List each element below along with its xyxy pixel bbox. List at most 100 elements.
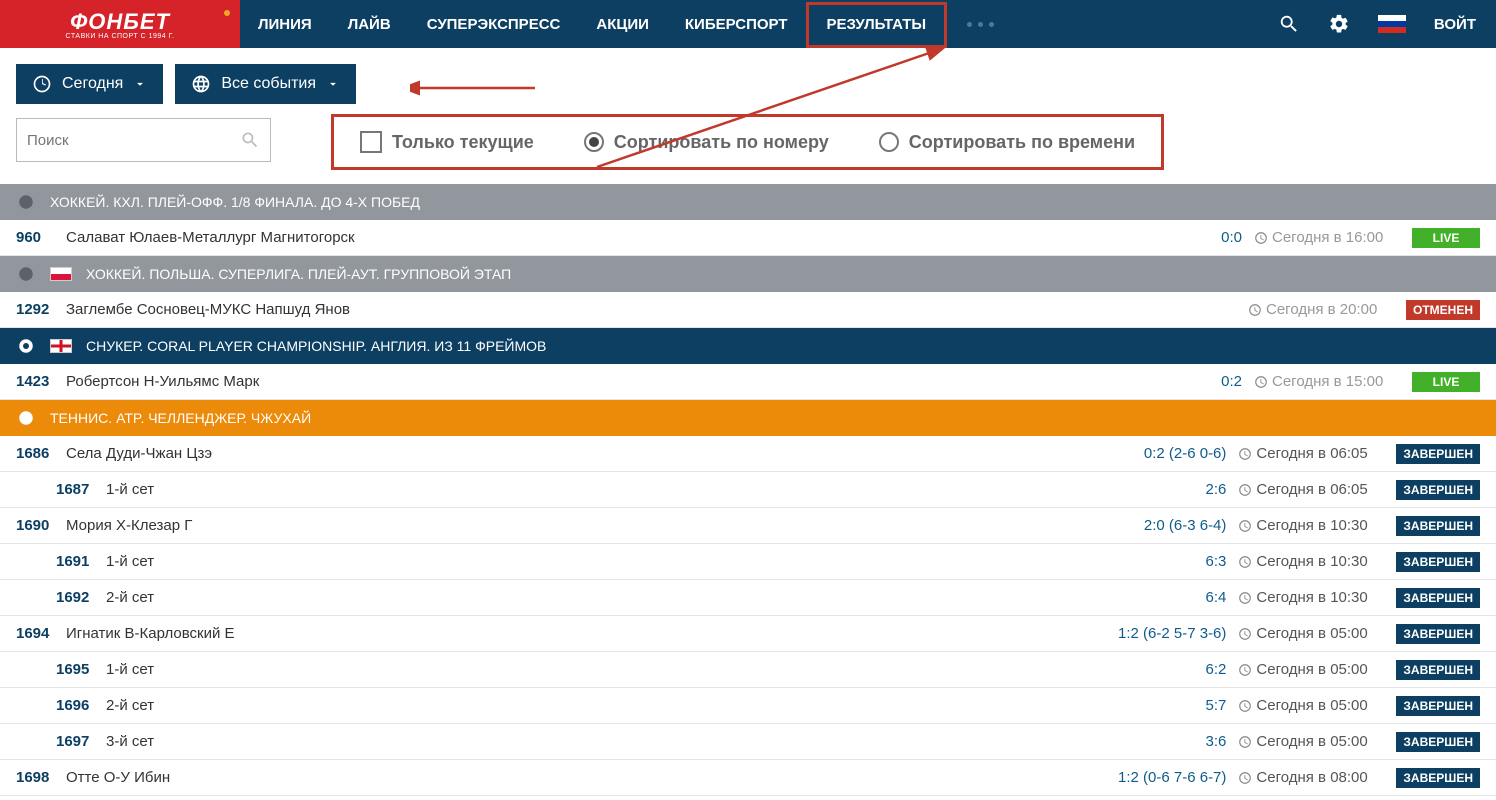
event-row[interactable]: 1686 Села Дуди-Чжан Цзэ 0:2 (2-6 0-6) Се… [0,436,1496,472]
filter-label: Только текущие [392,132,534,153]
category-header[interactable]: ТЕННИС. ATP. ЧЕЛЛЕНДЖЕР. ЧЖУХАЙ [0,400,1496,436]
tennis-icon [16,408,36,428]
event-name: Отте О-У Ибин [66,769,1118,786]
live-badge: LIVE [1412,228,1480,248]
clock-icon [1238,447,1252,461]
main-nav: ЛИНИЯ ЛАЙВ СУПЕРЭКСПРЕСС АКЦИИ КИБЕРСПОР… [240,0,1014,48]
clock-icon [1238,519,1252,533]
event-number: 1698 [16,769,66,786]
event-time: Сегодня в 15:00 [1272,373,1412,390]
finished-badge: ЗАВЕРШЕН [1396,444,1480,464]
event-time: Сегодня в 10:30 [1256,517,1396,534]
event-number: 960 [16,229,66,246]
clock-icon [1238,663,1252,677]
event-row[interactable]: 1423 Робертсон Н-Уильямс Марк 0:2 Сегодн… [0,364,1496,400]
finished-badge: ЗАВЕРШЕН [1396,660,1480,680]
event-row[interactable]: 1694 Игнатик В-Карловский Е 1:2 (6-2 5-7… [0,616,1496,652]
event-row[interactable]: 1696 2-й сет 5:7 Сегодня в 05:00 ЗАВЕРШЕ… [0,688,1496,724]
event-number: 1687 [16,481,106,498]
gear-icon[interactable] [1328,13,1350,35]
event-row[interactable]: 1695 1-й сет 6:2 Сегодня в 05:00 ЗАВЕРШЕ… [0,652,1496,688]
snooker-icon [16,336,36,356]
annotation-arrow-icon [410,80,540,96]
flag-england-icon [50,339,72,353]
search-icon[interactable] [1278,13,1300,35]
category-header[interactable]: СНУКЕР. CORAL PLAYER CHAMPIONSHIP. АНГЛИ… [0,328,1496,364]
event-score: 0:2 (2-6 0-6) [1144,445,1235,462]
date-dropdown[interactable]: Сегодня [16,64,163,104]
filter-only-current[interactable]: Только текущие [360,131,534,153]
date-label: Сегодня [62,75,123,93]
nav-more-icon[interactable] [947,22,1014,27]
nav-live[interactable]: ЛАЙВ [330,0,409,48]
event-number: 1694 [16,625,66,642]
finished-badge: ЗАВЕРШЕН [1396,480,1480,500]
event-row[interactable]: 1292 Заглембе Сосновец-МУКС Напшуд Янов … [0,292,1496,328]
event-row[interactable]: 1687 1-й сет 2:6 Сегодня в 06:05 ЗАВЕРШЕ… [0,472,1496,508]
event-time: Сегодня в 06:05 [1256,481,1396,498]
clock-icon [1238,735,1252,749]
search-icon [240,130,260,150]
nav-line[interactable]: ЛИНИЯ [240,0,330,48]
logo[interactable]: ФОНБЕТ СТАВКИ НА СПОРТ С 1994 Г. [0,0,240,48]
finished-badge: ЗАВЕРШЕН [1396,516,1480,536]
event-time: Сегодня в 05:00 [1256,697,1396,714]
finished-badge: ЗАВЕРШЕН [1396,732,1480,752]
event-name: Салават Юлаев-Металлург Магнитогорск [66,229,1221,246]
chevron-down-icon [133,77,147,91]
filter-sort-time[interactable]: Сортировать по времени [879,132,1135,153]
category-header[interactable]: ХОККЕЙ. ПОЛЬША. СУПЕРЛИГА. ПЛЕЙ-АУТ. ГРУ… [0,256,1496,292]
header-right: ВОЙТ [1258,0,1496,48]
clock-icon [1254,231,1268,245]
event-name: Села Дуди-Чжан Цзэ [66,445,1144,462]
search-filter-row: Только текущие Сортировать по номеру Сор… [0,114,1496,184]
lang-flag-icon[interactable] [1378,15,1406,33]
clock-icon [1238,699,1252,713]
nav-superexpress[interactable]: СУПЕРЭКСПРЕСС [409,0,579,48]
event-name: Заглембе Сосновец-МУКС Напшуд Янов [66,301,1236,318]
event-score: 6:4 [1206,589,1235,606]
clock-icon [1238,627,1252,641]
logo-dot-icon [224,10,230,16]
header-bar: ФОНБЕТ СТАВКИ НА СПОРТ С 1994 Г. ЛИНИЯ Л… [0,0,1496,48]
event-time: Сегодня в 05:00 [1256,661,1396,678]
logo-subtext: СТАВКИ НА СПОРТ С 1994 Г. [66,33,175,40]
login-button[interactable]: ВОЙТ [1434,16,1476,33]
search-input[interactable] [27,132,240,149]
event-name: 1-й сет [106,553,1206,570]
hockey-icon [16,192,36,212]
filter-label: Сортировать по номеру [614,132,829,153]
filter-options-box: Только текущие Сортировать по номеру Сор… [331,114,1164,170]
event-number: 1697 [16,733,106,750]
finished-badge: ЗАВЕРШЕН [1396,696,1480,716]
finished-badge: ЗАВЕРШЕН [1396,552,1480,572]
event-row[interactable]: 1691 1-й сет 6:3 Сегодня в 10:30 ЗАВЕРШЕ… [0,544,1496,580]
event-row[interactable]: 960 Салават Юлаев-Металлург Магнитогорск… [0,220,1496,256]
nav-results[interactable]: РЕЗУЛЬТАТЫ [806,2,948,48]
nav-cybersport[interactable]: КИБЕРСПОРТ [667,0,806,48]
event-row[interactable]: 1692 2-й сет 6:4 Сегодня в 10:30 ЗАВЕРШЕ… [0,580,1496,616]
events-dropdown[interactable]: Все события [175,64,356,104]
flag-poland-icon [50,267,72,281]
clock-icon [1238,591,1252,605]
category-title: ХОККЕЙ. ПОЛЬША. СУПЕРЛИГА. ПЛЕЙ-АУТ. ГРУ… [86,266,511,282]
search-input-wrap[interactable] [16,118,271,162]
event-name: 1-й сет [106,481,1206,498]
event-row[interactable]: 1697 3-й сет 3:6 Сегодня в 05:00 ЗАВЕРШЕ… [0,724,1496,760]
event-name: 2-й сет [106,697,1206,714]
category-title: ТЕННИС. ATP. ЧЕЛЛЕНДЖЕР. ЧЖУХАЙ [50,410,311,426]
event-number: 1692 [16,589,106,606]
event-score: 3:6 [1206,733,1235,750]
logo-text: ФОНБЕТ [70,9,170,35]
finished-badge: ЗАВЕРШЕН [1396,768,1480,788]
nav-promo[interactable]: АКЦИИ [578,0,667,48]
globe-icon [191,74,211,94]
category-title: ХОККЕЙ. КХЛ. ПЛЕЙ-ОФФ. 1/8 ФИНАЛА. ДО 4-… [50,194,420,210]
category-header[interactable]: ХОККЕЙ. КХЛ. ПЛЕЙ-ОФФ. 1/8 ФИНАЛА. ДО 4-… [0,184,1496,220]
filter-sort-number[interactable]: Сортировать по номеру [584,132,829,153]
event-time: Сегодня в 05:00 [1256,625,1396,642]
event-row[interactable]: 1690 Мория Х-Клезар Г 2:0 (6-3 6-4) Сего… [0,508,1496,544]
event-number: 1686 [16,445,66,462]
finished-badge: ЗАВЕРШЕН [1396,588,1480,608]
event-row[interactable]: 1698 Отте О-У Ибин 1:2 (0-6 7-6 6-7) Сег… [0,760,1496,796]
